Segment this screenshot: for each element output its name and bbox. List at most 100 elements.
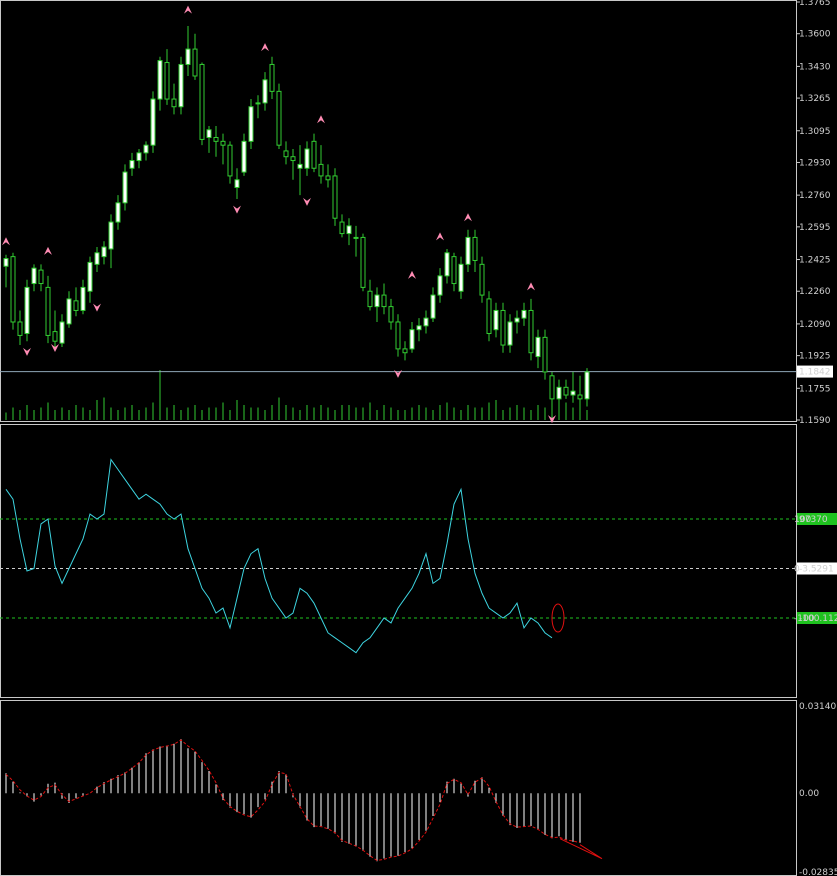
candle-bull <box>304 148 310 169</box>
candle-bear <box>311 140 317 169</box>
candle-bull <box>136 152 142 162</box>
fractal-down-marker <box>233 205 241 214</box>
candle-bull <box>507 321 513 346</box>
price-tick-label: 1.2425 <box>799 256 831 266</box>
price-tick-label: 1.3265 <box>799 94 831 104</box>
fractal-down-marker <box>303 197 311 206</box>
candle-bull <box>3 258 9 267</box>
candle-bull <box>444 252 450 277</box>
fractal-down-marker <box>93 303 101 312</box>
candle-bull <box>423 317 429 327</box>
price-tick-label: 1.1925 <box>799 352 831 362</box>
candle-bear <box>192 48 198 77</box>
candle-bear <box>367 290 373 308</box>
candle-bull <box>346 225 352 235</box>
candle-bull <box>206 129 212 138</box>
candle-bull <box>24 286 30 335</box>
candle-bull <box>353 236 359 239</box>
candle-bear <box>451 256 457 285</box>
price-tick-label: 1.1590 <box>799 416 831 426</box>
candle-bull <box>234 179 240 188</box>
candle-bull <box>143 144 149 154</box>
oscillator-pane-frame <box>0 424 797 698</box>
candle-bull <box>465 236 471 265</box>
price-tick-label: 1.2930 <box>799 158 831 168</box>
candle-bear <box>388 306 394 323</box>
candle-bull <box>535 336 541 358</box>
candle-bear <box>360 236 366 288</box>
fractal-up-marker <box>184 5 192 14</box>
oscillator-pane: 97370100-3.52910-100.1120-100 <box>0 424 837 698</box>
candle-bear <box>171 98 177 108</box>
price-tick-label: 1.3095 <box>799 127 831 137</box>
candle-bear <box>45 286 51 336</box>
candle-bull <box>129 160 135 169</box>
candle-bear <box>563 386 569 396</box>
candle-bull <box>66 298 72 325</box>
candle-bear <box>402 348 408 354</box>
candle-bear <box>318 163 324 177</box>
candle-bear <box>325 175 331 181</box>
oscillator-line <box>5 458 553 654</box>
candle-bull <box>514 317 520 323</box>
fractal-up-marker <box>44 246 52 255</box>
candle-bull <box>374 294 380 308</box>
candle-bull <box>122 171 128 204</box>
candle-bear <box>227 144 233 177</box>
fractal-up-marker <box>261 43 269 52</box>
candle-bear <box>395 321 401 350</box>
histogram-tick-label: -0.02835 <box>799 868 837 876</box>
candle-bull <box>241 140 247 173</box>
candle-bear <box>542 336 548 373</box>
candle-bull <box>556 386 562 400</box>
fractal-up-marker <box>436 232 444 241</box>
candle-bear <box>339 221 345 235</box>
candle-bear <box>52 331 58 342</box>
candle-bear <box>381 294 387 308</box>
candle-bear <box>577 394 583 400</box>
price-pane: 1.3765 1.3600 1.3430 1.3265 1.3095 1.2930 1.27… <box>0 0 833 426</box>
oscillator-level-tag: -3.5291 <box>799 565 834 575</box>
price-tick-label: 1.2595 <box>799 223 831 233</box>
signal-line <box>5 739 581 861</box>
candle-bear <box>73 300 79 311</box>
candle-bull <box>178 63 184 108</box>
candle-bear <box>10 256 16 323</box>
candle-bear <box>164 62 170 100</box>
candle-bull <box>108 221 114 250</box>
candle-bear <box>283 150 289 158</box>
candle-bull <box>157 60 163 100</box>
price-tick-label: 1.3600 <box>799 30 831 40</box>
candle-bear <box>17 321 23 336</box>
fractal-up-marker <box>408 270 416 279</box>
candle-bear <box>276 90 282 146</box>
candle-bear <box>290 156 296 162</box>
oscillator-level-label: -100 <box>794 614 815 624</box>
histogram-pane: 0.03140 0.00 -0.02835 <box>0 700 837 876</box>
candle-bull <box>409 329 415 350</box>
fractal-up-marker <box>464 213 472 222</box>
histogram-tick-label: 0.00 <box>799 789 819 799</box>
candle-bull <box>493 309 499 331</box>
candle-bull <box>87 261 93 292</box>
candle-bear <box>486 298 492 335</box>
candle-bear <box>199 63 205 140</box>
fractal-up-marker <box>2 237 10 246</box>
candle-bear <box>528 309 534 354</box>
candle-bull <box>248 106 254 142</box>
candle-bull <box>416 325 422 331</box>
candle-bull <box>430 294 436 319</box>
fractal-up-marker <box>317 115 325 124</box>
fractal-down-marker <box>23 347 31 356</box>
price-tick-label: 1.2260 <box>799 287 831 297</box>
oscillator-level-label: 0 <box>794 565 800 575</box>
candle-bull <box>59 321 65 344</box>
histogram-tick-label: 0.03140 <box>799 702 836 712</box>
candle-bull <box>80 286 86 311</box>
candle-bear <box>479 263 485 296</box>
oscillator-level-label: 100 <box>794 515 811 525</box>
candle-bull <box>570 390 576 396</box>
candle-bull <box>185 48 191 65</box>
candle-bull <box>255 102 261 105</box>
current-price-label: 1.1842 <box>799 368 831 378</box>
